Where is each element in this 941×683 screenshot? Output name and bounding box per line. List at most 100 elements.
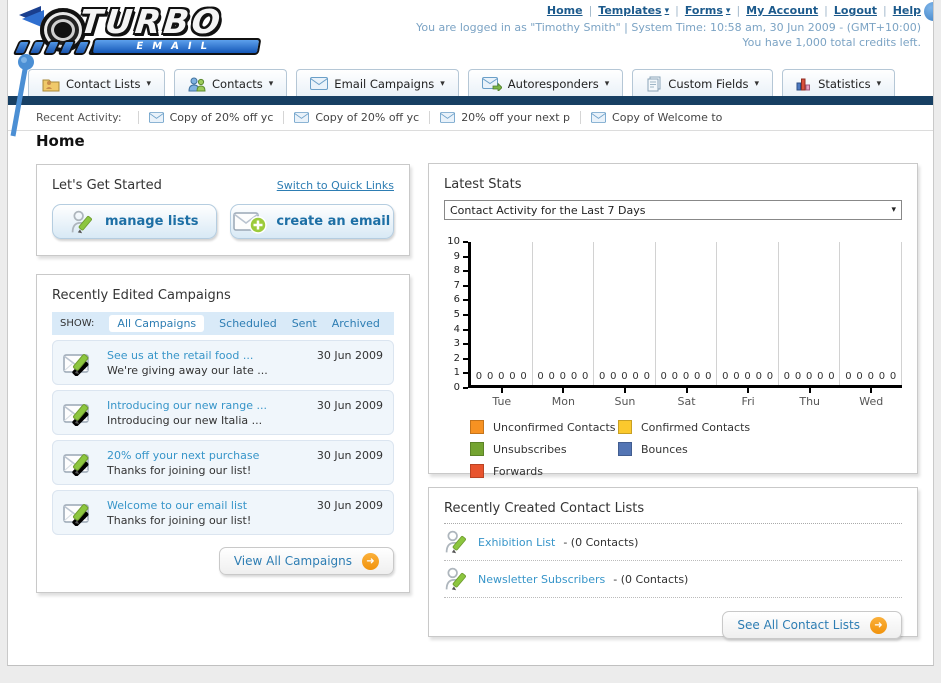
arrow-right-icon: ➜	[870, 616, 887, 634]
envelope-plus-icon	[233, 210, 267, 234]
header-nav-links: Home | Templates ▾ | Forms ▾ | My Account | Lo…	[546, 4, 921, 17]
campaigns-panel: Recently Edited Campaigns SHOW: All Camp…	[36, 274, 410, 593]
campaign-subtitle: We're giving away our late ...	[107, 363, 268, 377]
envelope-pencil-icon	[63, 450, 97, 476]
chevron-down-icon: ▾	[664, 5, 670, 16]
tab-contact-lists[interactable]: Contact Lists ▾	[28, 69, 166, 97]
person-pencil-icon	[444, 566, 470, 592]
filter-archived[interactable]: Archived	[332, 317, 380, 330]
login-status-text: You are logged in as "Timothy Smith" | S…	[416, 21, 921, 34]
tab-email-campaigns[interactable]: Email Campaigns ▾	[296, 69, 459, 97]
contact-lists-panel: Recently Created Contact Lists Exhibitio…	[428, 487, 918, 639]
chevron-down-icon: ▾	[440, 78, 445, 89]
top-header: Home | Templates ▾ | Forms ▾ | My Account | Lo…	[416, 4, 921, 49]
filter-scheduled[interactable]: Scheduled	[219, 317, 277, 330]
logo-pin-icon	[10, 54, 34, 137]
chart-y-axis: 10 9 8 7 6 5 4 3 2 1 0	[444, 237, 468, 392]
campaign-title-link[interactable]: Introducing our new range ...	[107, 398, 307, 413]
contact-list-row: Exhibition List - (0 Contacts)	[444, 524, 902, 561]
envelope-pencil-icon	[63, 500, 97, 526]
main-nav-tabs: Contact Lists ▾ Contacts ▾ Email Campaig…	[28, 68, 933, 97]
tab-custom-fields[interactable]: Custom Fields ▾	[632, 69, 774, 97]
envelope-icon	[591, 112, 606, 123]
contact-list-count: - (0 Contacts)	[563, 535, 639, 549]
nav-link-forms[interactable]: Forms ▾	[685, 4, 731, 17]
legend-item: Confirmed Contacts	[618, 420, 766, 434]
page-title: Home	[36, 132, 85, 150]
filter-sent[interactable]: Sent	[292, 317, 317, 330]
legend-item: Unconfirmed Contacts	[470, 420, 618, 434]
campaign-subtitle: Introducing our new Italia ...	[107, 413, 263, 427]
contact-list-row: Newsletter Subscribers - (0 Contacts)	[444, 561, 902, 598]
chart-x-labels: Tue Mon Sun Sat Fri Thu Wed	[471, 388, 902, 408]
see-all-contact-lists-button[interactable]: See All Contact Lists ➜	[722, 611, 902, 639]
campaign-date: 30 Jun 2009	[316, 499, 383, 512]
recent-activity-label: Recent Activity:	[36, 111, 122, 124]
arrow-right-icon: ➜	[362, 552, 379, 570]
view-all-campaigns-button[interactable]: View All Campaigns ➜	[218, 547, 394, 575]
tab-contacts[interactable]: Contacts ▾	[174, 69, 288, 97]
stats-period-dropdown[interactable]: Contact Activity for the Last 7 Days ▾	[444, 200, 902, 220]
create-email-button[interactable]: create an email	[229, 204, 394, 239]
nav-link-logout[interactable]: Logout	[834, 4, 877, 17]
contact-list-link[interactable]: Exhibition List	[478, 536, 555, 549]
contact-activity-chart: 10 9 8 7 6 5 4 3 2 1 0 000000000000000000000000000…	[444, 237, 903, 392]
chevron-down-icon: ▾	[891, 205, 896, 215]
nav-link-my-account[interactable]: My Account	[746, 4, 818, 17]
get-started-title: Let's Get Started	[52, 178, 162, 193]
filter-all-campaigns[interactable]: All Campaigns	[109, 315, 205, 332]
app-window: TURBO EMAIL Home | Templates ▾ | Forms ▾ | My…	[7, 0, 934, 666]
campaign-title-link[interactable]: Welcome to our email list	[107, 498, 307, 513]
chevron-down-icon: ▾	[604, 78, 610, 89]
campaign-date: 30 Jun 2009	[316, 399, 383, 412]
nav-link-templates[interactable]: Templates ▾	[598, 4, 669, 17]
latest-stats-panel: Latest Stats Contact Activity for the La…	[428, 163, 918, 478]
recent-activity-item[interactable]: 20% off your next p	[429, 111, 580, 124]
chart-legend: Unconfirmed Contacts Confirmed Contacts Un…	[470, 420, 902, 486]
legend-item: Unsubscribes	[470, 442, 618, 456]
folder-icon	[42, 76, 60, 92]
manage-lists-button[interactable]: manage lists	[52, 204, 217, 239]
envelope-icon	[310, 77, 328, 90]
logo-email-bar: EMAIL	[90, 38, 262, 55]
envelope-icon	[149, 112, 164, 123]
envelope-pencil-icon	[63, 350, 97, 376]
tab-autoresponders[interactable]: Autoresponders ▾	[467, 69, 624, 97]
help-bubble-icon[interactable]	[924, 2, 933, 21]
recent-activity-item[interactable]: Copy of Welcome to	[580, 111, 732, 124]
latest-stats-title: Latest Stats	[444, 177, 522, 192]
person-pencil-icon	[70, 209, 96, 235]
chevron-down-icon: ▾	[754, 78, 760, 89]
bar-chart-icon	[796, 77, 812, 91]
show-label: SHOW:	[60, 318, 95, 329]
campaign-row: Introducing our new range ... Introducin…	[52, 390, 394, 435]
recent-activity-item[interactable]: Copy of 20% off yc	[283, 111, 429, 124]
contact-list-count: - (0 Contacts)	[613, 572, 689, 586]
recent-activity-item[interactable]: Copy of 20% off yc	[137, 111, 284, 124]
campaign-title-link[interactable]: See us at the retail food ...	[107, 348, 307, 363]
turbo-email-logo: TURBO EMAIL	[12, 2, 274, 60]
campaigns-filter-bar: SHOW: All Campaigns Scheduled Sent Archi…	[52, 312, 394, 335]
credits-text: You have 1,000 total credits left.	[742, 36, 921, 49]
campaign-date: 30 Jun 2009	[316, 349, 383, 362]
contact-list-link[interactable]: Newsletter Subscribers	[478, 573, 605, 586]
envelope-icon	[294, 112, 309, 123]
campaign-subtitle: Thanks for joining our list!	[107, 463, 252, 477]
recent-activity-bar: Recent Activity: Copy of 20% off yc Copy…	[8, 105, 933, 131]
chevron-down-icon: ▾	[725, 5, 731, 16]
nav-link-home[interactable]: Home	[547, 4, 583, 17]
campaigns-title: Recently Edited Campaigns	[52, 288, 231, 303]
get-started-panel: Let's Get Started Switch to Quick Links …	[36, 164, 410, 256]
switch-quick-links-link[interactable]: Switch to Quick Links	[277, 179, 394, 192]
campaign-date: 30 Jun 2009	[316, 449, 383, 462]
campaign-row: Welcome to our email list Thanks for joi…	[52, 490, 394, 535]
people-icon	[188, 76, 206, 92]
campaign-title-link[interactable]: 20% off your next purchase	[107, 448, 307, 463]
documents-icon	[646, 76, 662, 92]
nav-link-help[interactable]: Help	[893, 4, 921, 17]
person-pencil-icon	[444, 529, 470, 555]
campaign-row: See us at the retail food ... We're givi…	[52, 340, 394, 385]
logo-wordmark: TURBO	[77, 2, 225, 41]
envelope-icon	[440, 112, 455, 123]
tab-statistics[interactable]: Statistics ▾	[782, 69, 896, 97]
